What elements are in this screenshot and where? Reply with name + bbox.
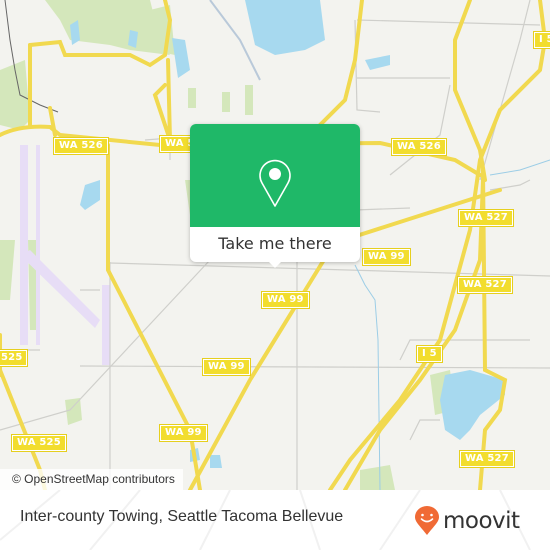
location-popup: Take me there xyxy=(190,124,360,268)
stream xyxy=(489,159,550,176)
road-shield: WA 527 xyxy=(458,209,514,227)
stream xyxy=(354,264,381,490)
map-attribution[interactable]: © OpenStreetMap contributors xyxy=(0,469,183,490)
road-shield: WA 99 xyxy=(159,424,208,442)
road-shield: WA 99 xyxy=(202,358,251,376)
road-shield: WA 526 xyxy=(53,137,109,155)
road-shield: I 5 xyxy=(416,345,443,363)
road-shield: WA 99 xyxy=(362,248,411,266)
road-shield: WA 525 xyxy=(11,434,67,452)
road-shield: WA 527 xyxy=(457,276,513,294)
take-me-there-button[interactable]: Take me there xyxy=(190,227,360,262)
road-shield: I 5 xyxy=(533,31,550,49)
map-pin-icon xyxy=(259,159,291,207)
airport-runways xyxy=(20,145,110,365)
place-title: Inter-county Towing, Seattle Tacoma Bell… xyxy=(20,508,344,525)
road-shield: WA 526 xyxy=(391,138,447,156)
popup-pointer xyxy=(267,260,283,268)
road-shield: WA 99 xyxy=(261,291,310,309)
road-shield: 525 xyxy=(0,349,29,367)
road-shield: WA 527 xyxy=(459,450,515,468)
moovit-logo[interactable]: moovit xyxy=(414,506,520,536)
popup-header xyxy=(190,124,360,227)
moovit-pin-icon xyxy=(415,506,439,535)
map-view[interactable]: WA 526 WA 526 WA 526 I 5 WA 527 WA 99 WA… xyxy=(0,0,550,490)
moovit-wordmark: moovit xyxy=(443,508,520,534)
